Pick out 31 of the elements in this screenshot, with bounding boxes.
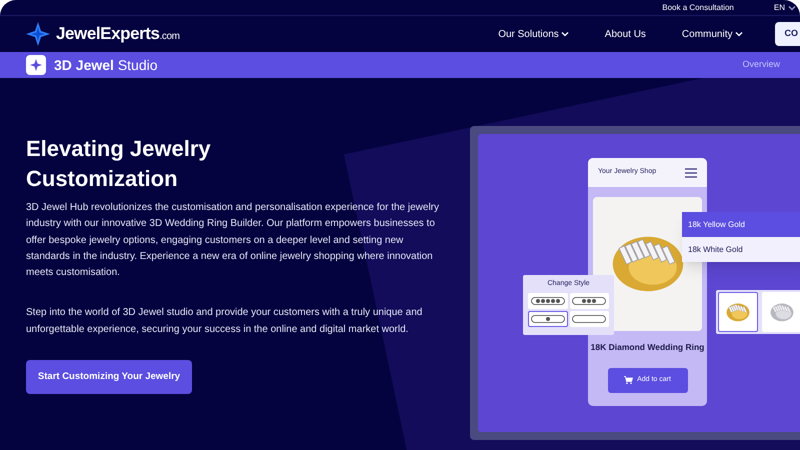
product-name: 18K Diamond Wedding Ring [590,341,706,354]
band-style-icon [572,314,606,322]
hero-title: Elevating Jewelry Customization [26,135,212,193]
hero-paragraph: Step into the world of 3D Jewel studio and provide your customers with a truly unique and unforgettable experience, securing your success in the online and digital market world. [26,306,424,337]
ring-icon [725,302,751,322]
ring-thumbnail[interactable] [718,292,758,332]
band-style-icon [530,296,565,304]
sparkle-logo-icon [26,55,46,75]
consultation-link[interactable]: Book a Consultation [662,2,734,14]
nav-link[interactable]: About Us [604,26,646,42]
nav-link[interactable]: Our Solutions [498,26,569,42]
cart-icon [624,376,634,384]
start-customizing-button[interactable]: Start Customizing Your Jewelry [26,360,192,394]
studio-title: 3D Jewel Studio [54,56,158,74]
caret-icon [788,4,796,10]
metal-option[interactable]: 18k White Gold [682,237,800,262]
brand-logo[interactable]: JewelExperts.com [56,21,180,47]
band-style-icon [530,314,565,322]
overview-link[interactable]: Overview [742,58,780,72]
caret-icon [734,31,742,37]
star-logo-icon [26,22,50,46]
language-selector[interactable]: EN [774,2,796,14]
metal-option[interactable]: 18k Yellow Gold [682,212,800,237]
cta-button[interactable]: CO [774,22,800,46]
menu-icon[interactable] [685,168,697,178]
nav-link[interactable]: Community [682,26,742,42]
caret-icon [560,31,569,37]
band-style-icon [572,296,606,304]
style-option[interactable] [528,310,568,326]
hero-paragraph: 3D Jewel Hub revolutionizes the customisation and personalisation experience for the jewelry industry with our innovative 3D Wedding Ring Builder. Our platform empowers businesses to offer bespoke jewelry options, engaging customers on a deeper level and setting new standards in the industry. Experience a new era of online jewelry shopping where innovation meets customisation. [26,201,440,280]
ring-icon [769,302,795,322]
